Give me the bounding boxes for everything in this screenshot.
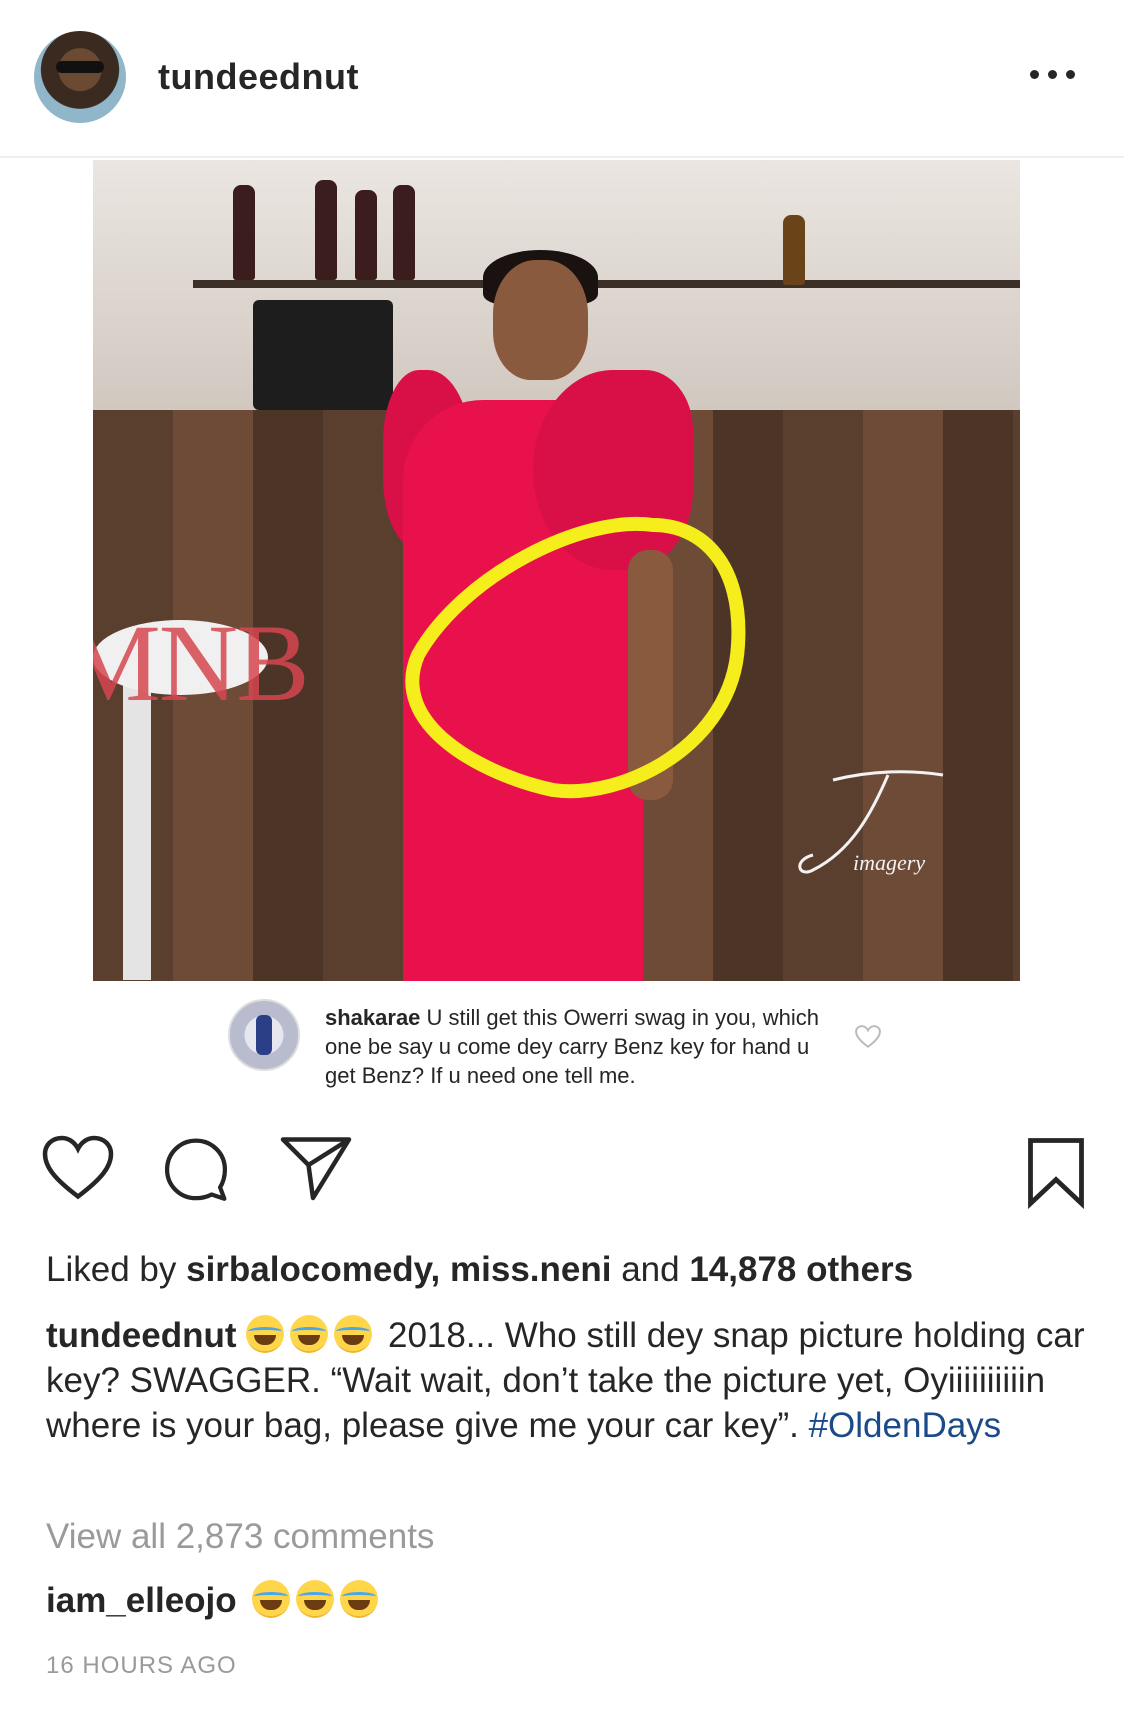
signature-text: imagery: [853, 850, 926, 875]
likes-count[interactable]: 14,878 others: [689, 1250, 913, 1289]
comment-icon[interactable]: [162, 1135, 230, 1203]
likes-and: and: [621, 1250, 680, 1289]
post-image[interactable]: MNB imagery: [93, 160, 1020, 981]
avatar[interactable]: [34, 31, 126, 123]
photo-bottle: [233, 185, 255, 280]
caption-hashtag[interactable]: #OldenDays: [809, 1406, 1002, 1445]
photo-bottle: [315, 180, 337, 280]
tears-of-joy-emoji: [252, 1580, 291, 1618]
embedded-comment-text: shakarae U still get this Owerri swag in…: [325, 1003, 825, 1090]
more-icon[interactable]: [1030, 64, 1082, 84]
likes-prefix: Liked by: [46, 1250, 177, 1289]
bookmark-icon[interactable]: [1026, 1135, 1086, 1209]
laughing-emoji: [290, 1315, 329, 1353]
tears-of-joy-emoji: [296, 1580, 335, 1618]
embedded-comment: shakarae U still get this Owerri swag in…: [93, 981, 1020, 1103]
share-icon[interactable]: [280, 1135, 352, 1201]
photo-bottle: [783, 215, 805, 285]
post-caption: tundeednut 2018... Who still dey snap pi…: [46, 1313, 1086, 1448]
liker-miss-neni[interactable]: miss.neni: [450, 1250, 611, 1289]
embedded-comment-username: shakarae: [325, 1005, 421, 1030]
heart-icon[interactable]: [42, 1135, 114, 1201]
heart-icon: [855, 1025, 881, 1048]
laughing-emoji: [334, 1315, 373, 1353]
likes-summary[interactable]: Liked by sirbalocomedy, miss.neni and 14…: [46, 1250, 913, 1290]
laughing-emoji: [246, 1315, 285, 1353]
comment-row: iam_elleojo: [46, 1580, 384, 1621]
embedded-comment-avatar: [228, 999, 300, 1071]
caption-username[interactable]: tundeednut: [46, 1316, 237, 1355]
action-bar: [0, 1135, 1124, 1225]
view-all-comments-link[interactable]: View all 2,873 comments: [46, 1517, 434, 1557]
post-username[interactable]: tundeednut: [158, 56, 359, 98]
post-timestamp: 16 HOURS AGO: [46, 1652, 237, 1679]
watermark-mnb: MNB: [93, 602, 310, 724]
liker-sirbalocomedy[interactable]: sirbalocomedy,: [186, 1250, 440, 1289]
highlight-circle: [405, 516, 746, 799]
tears-of-joy-emoji: [340, 1580, 379, 1618]
post-header: tundeednut: [0, 0, 1124, 158]
comment-username[interactable]: iam_elleojo: [46, 1581, 237, 1620]
